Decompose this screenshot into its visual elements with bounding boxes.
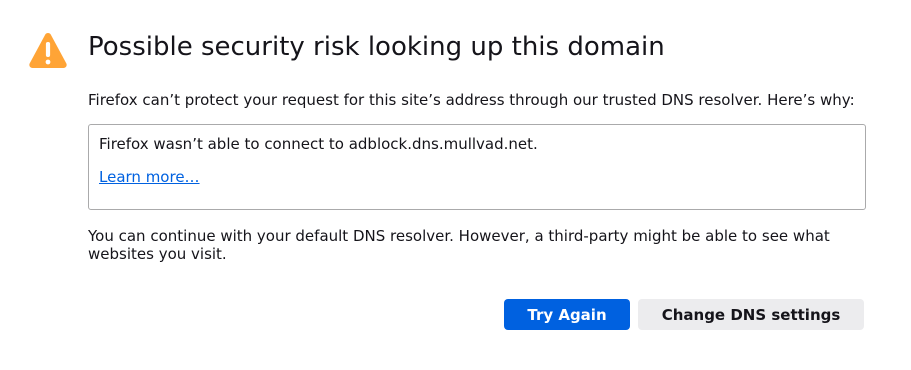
intro-text: Firefox can’t protect your request for t… bbox=[88, 91, 855, 109]
error-message: Firefox wasn’t able to connect to adbloc… bbox=[99, 135, 538, 153]
error-details-box: Firefox wasn’t able to connect to adbloc… bbox=[88, 124, 866, 210]
continue-note: You can continue with your default DNS r… bbox=[88, 227, 830, 263]
try-again-button[interactable]: Try Again bbox=[504, 299, 630, 330]
dns-error-page: Possible security risk looking up this d… bbox=[0, 0, 911, 370]
learn-more-link[interactable]: Learn more… bbox=[99, 167, 200, 187]
page-title: Possible security risk looking up this d… bbox=[88, 32, 665, 62]
change-dns-settings-button[interactable]: Change DNS settings bbox=[638, 299, 864, 330]
warning-triangle-icon bbox=[29, 33, 67, 68]
